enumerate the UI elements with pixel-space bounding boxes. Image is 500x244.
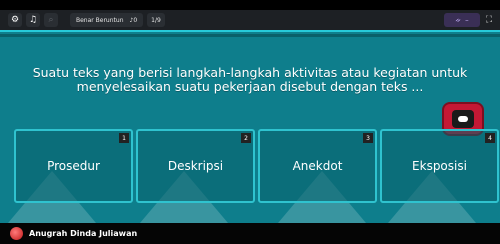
stage-decor-line <box>0 34 500 37</box>
answer-label: Anekdot <box>292 159 343 173</box>
gear-icon[interactable]: ⚙ <box>8 13 22 27</box>
music-note-icon[interactable]: ♫ <box>26 13 40 27</box>
game-stage: Suatu teks yang berisi langkah-langkah a… <box>0 30 500 223</box>
answer-option-2[interactable]: 2 Deskripsi <box>136 129 255 203</box>
player-bar: Anugrah Dinda Juliawan <box>0 223 500 244</box>
robot-eye <box>458 116 468 122</box>
answer-label: Prosedur <box>47 159 100 173</box>
page-indicator: 1/9 <box>147 13 165 27</box>
answer-label: Deskripsi <box>167 159 224 173</box>
top-toolbar: ⚙ ♫ ⌕ Benar Beruntun ♪0 1/9 ᨀ – ⛶ <box>0 10 500 30</box>
user-badge-text: – <box>465 16 469 24</box>
fullscreen-icon[interactable]: ⛶ <box>484 13 494 27</box>
mode-value: ♪0 <box>129 16 138 24</box>
mode-pill[interactable]: Benar Beruntun ♪0 <box>70 13 144 27</box>
answer-option-3[interactable]: 3 Anekdot <box>258 129 377 203</box>
answer-label: Eksposisi <box>412 159 467 173</box>
answer-option-4[interactable]: 4 Eksposisi <box>380 129 499 203</box>
answer-options: 1 Prosedur 2 Deskripsi 3 Anekdot 4 Ekspo… <box>14 129 500 203</box>
owl-icon: ᨀ <box>455 15 462 24</box>
avatar <box>10 227 23 240</box>
search-icon[interactable]: ⌕ <box>44 13 58 27</box>
player-name: Anugrah Dinda Juliawan <box>29 229 138 238</box>
question-text: Suatu teks yang berisi langkah-langkah a… <box>32 65 468 94</box>
answer-number: 4 <box>485 133 495 143</box>
user-badge[interactable]: ᨀ – <box>444 13 480 27</box>
answer-option-1[interactable]: 1 Prosedur <box>14 129 133 203</box>
answer-number: 2 <box>241 133 251 143</box>
answer-number: 1 <box>119 133 129 143</box>
mode-label: Benar Beruntun <box>76 16 124 24</box>
answer-number: 3 <box>363 133 373 143</box>
